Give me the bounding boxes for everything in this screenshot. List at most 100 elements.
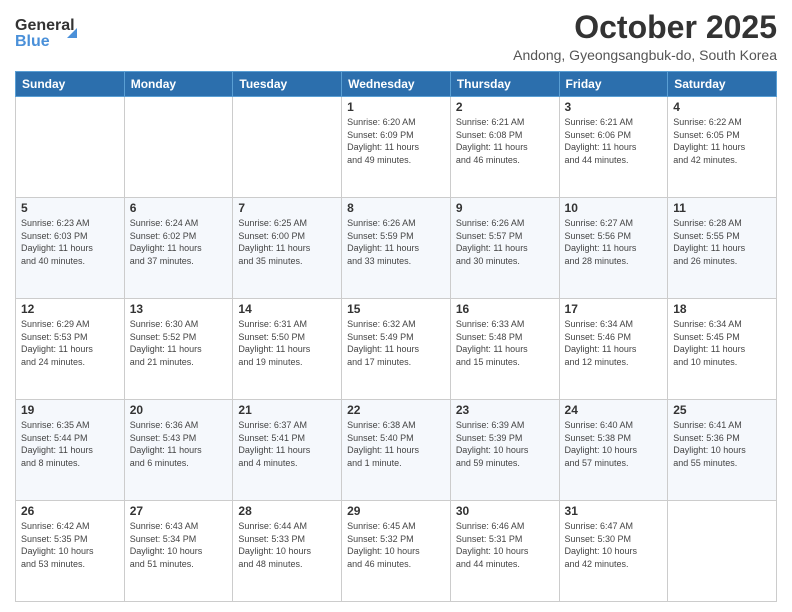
day-info: Sunrise: 6:45 AM Sunset: 5:32 PM Dayligh… [347, 520, 445, 570]
day-number: 2 [456, 100, 554, 114]
day-info: Sunrise: 6:34 AM Sunset: 5:46 PM Dayligh… [565, 318, 663, 368]
calendar-cell: 2 Sunrise: 6:21 AM Sunset: 6:08 PM Daylig… [450, 97, 559, 198]
calendar-cell: 22Sunrise: 6:38 AM Sunset: 5:40 PM Dayli… [342, 400, 451, 501]
day-number: 1 [347, 100, 445, 114]
day-info: Sunrise: 6:38 AM Sunset: 5:40 PM Dayligh… [347, 419, 445, 469]
calendar-cell: 6Sunrise: 6:24 AM Sunset: 6:02 PM Daylig… [124, 198, 233, 299]
calendar-cell: 15 Sunrise: 6:32 AM Sunset: 5:49 PM Dayli… [342, 299, 451, 400]
day-number: 30 [456, 504, 554, 518]
calendar-cell: 27 Sunrise: 6:43 AM Sunset: 5:34 PM Dayli… [124, 501, 233, 602]
day-number: 19 [21, 403, 119, 417]
day-info: Sunrise: 6:42 AM Sunset: 5:35 PM Dayligh… [21, 520, 119, 570]
header: General Blue October 2025 Andong, Gyeong… [15, 10, 777, 63]
day-number: 21 [238, 403, 336, 417]
day-number: 28 [238, 504, 336, 518]
calendar-cell: 28Sunrise: 6:44 AM Sunset: 5:33 PM Dayli… [233, 501, 342, 602]
day-number: 12 [21, 302, 119, 316]
day-info: Sunrise: 6:39 AM Sunset: 5:39 PM Dayligh… [456, 419, 554, 469]
day-info: Sunrise: 6:34 AM Sunset: 5:45 PM Dayligh… [673, 318, 771, 368]
day-number: 14 [238, 302, 336, 316]
calendar-cell: 25 Sunrise: 6:41 AM Sunset: 5:36 PM Dayli… [668, 400, 777, 501]
day-info: Sunrise: 6:37 AM Sunset: 5:41 PM Dayligh… [238, 419, 336, 469]
day-info: Sunrise: 6:36 AM Sunset: 5:43 PM Dayligh… [130, 419, 228, 469]
day-info: Sunrise: 6:21 AM Sunset: 6:08 PM Dayligh… [456, 116, 554, 166]
day-info: Sunrise: 6:21 AM Sunset: 6:06 PM Dayligh… [565, 116, 663, 166]
day-number: 29 [347, 504, 445, 518]
logo-svg: General Blue [15, 10, 95, 54]
day-number: 17 [565, 302, 663, 316]
calendar-cell: 21 Sunrise: 6:37 AM Sunset: 5:41 PM Dayli… [233, 400, 342, 501]
calendar-cell: 24 Sunrise: 6:40 AM Sunset: 5:38 PM Dayli… [559, 400, 668, 501]
calendar-cell: 10Sunrise: 6:27 AM Sunset: 5:56 PM Dayli… [559, 198, 668, 299]
day-number: 4 [673, 100, 771, 114]
day-number: 7 [238, 201, 336, 215]
col-header-sunday: Sunday [16, 72, 125, 97]
calendar-week-5: 26Sunrise: 6:42 AM Sunset: 5:35 PM Dayli… [16, 501, 777, 602]
day-info: Sunrise: 6:43 AM Sunset: 5:34 PM Dayligh… [130, 520, 228, 570]
day-info: Sunrise: 6:47 AM Sunset: 5:30 PM Dayligh… [565, 520, 663, 570]
calendar-cell [668, 501, 777, 602]
day-info: Sunrise: 6:28 AM Sunset: 5:55 PM Dayligh… [673, 217, 771, 267]
calendar-cell: 12 Sunrise: 6:29 AM Sunset: 5:53 PM Dayli… [16, 299, 125, 400]
calendar-cell: 5 Sunrise: 6:23 AM Sunset: 6:03 PM Daylig… [16, 198, 125, 299]
col-header-tuesday: Tuesday [233, 72, 342, 97]
calendar-cell: 16Sunrise: 6:33 AM Sunset: 5:48 PM Dayli… [450, 299, 559, 400]
day-number: 3 [565, 100, 663, 114]
logo: General Blue [15, 10, 95, 54]
day-number: 31 [565, 504, 663, 518]
calendar-cell [124, 97, 233, 198]
calendar-cell: 23 Sunrise: 6:39 AM Sunset: 5:39 PM Dayli… [450, 400, 559, 501]
calendar-cell: 4Sunrise: 6:22 AM Sunset: 6:05 PM Daylig… [668, 97, 777, 198]
col-header-saturday: Saturday [668, 72, 777, 97]
day-info: Sunrise: 6:27 AM Sunset: 5:56 PM Dayligh… [565, 217, 663, 267]
calendar-cell [16, 97, 125, 198]
day-number: 18 [673, 302, 771, 316]
calendar-cell: 20 Sunrise: 6:36 AM Sunset: 5:43 PM Dayli… [124, 400, 233, 501]
page: General Blue October 2025 Andong, Gyeong… [0, 0, 792, 612]
day-info: Sunrise: 6:30 AM Sunset: 5:52 PM Dayligh… [130, 318, 228, 368]
calendar-week-3: 12 Sunrise: 6:29 AM Sunset: 5:53 PM Dayli… [16, 299, 777, 400]
calendar-cell: 19 Sunrise: 6:35 AM Sunset: 5:44 PM Dayli… [16, 400, 125, 501]
calendar-cell: 1 Sunrise: 6:20 AM Sunset: 6:09 PM Daylig… [342, 97, 451, 198]
day-number: 27 [130, 504, 228, 518]
day-number: 5 [21, 201, 119, 215]
calendar-cell: 9 Sunrise: 6:26 AM Sunset: 5:57 PM Daylig… [450, 198, 559, 299]
day-info: Sunrise: 6:33 AM Sunset: 5:48 PM Dayligh… [456, 318, 554, 368]
calendar-week-2: 5 Sunrise: 6:23 AM Sunset: 6:03 PM Daylig… [16, 198, 777, 299]
day-info: Sunrise: 6:25 AM Sunset: 6:00 PM Dayligh… [238, 217, 336, 267]
col-header-friday: Friday [559, 72, 668, 97]
calendar-cell [233, 97, 342, 198]
day-info: Sunrise: 6:40 AM Sunset: 5:38 PM Dayligh… [565, 419, 663, 469]
location: Andong, Gyeongsangbuk-do, South Korea [513, 47, 777, 63]
day-info: Sunrise: 6:26 AM Sunset: 5:57 PM Dayligh… [456, 217, 554, 267]
day-number: 20 [130, 403, 228, 417]
calendar-cell: 17 Sunrise: 6:34 AM Sunset: 5:46 PM Dayli… [559, 299, 668, 400]
calendar-cell: 8 Sunrise: 6:26 AM Sunset: 5:59 PM Daylig… [342, 198, 451, 299]
day-number: 15 [347, 302, 445, 316]
day-info: Sunrise: 6:31 AM Sunset: 5:50 PM Dayligh… [238, 318, 336, 368]
day-number: 9 [456, 201, 554, 215]
calendar-cell: 31 Sunrise: 6:47 AM Sunset: 5:30 PM Dayli… [559, 501, 668, 602]
day-info: Sunrise: 6:26 AM Sunset: 5:59 PM Dayligh… [347, 217, 445, 267]
svg-text:General: General [15, 17, 75, 34]
col-header-wednesday: Wednesday [342, 72, 451, 97]
day-info: Sunrise: 6:35 AM Sunset: 5:44 PM Dayligh… [21, 419, 119, 469]
day-number: 13 [130, 302, 228, 316]
day-info: Sunrise: 6:41 AM Sunset: 5:36 PM Dayligh… [673, 419, 771, 469]
day-number: 24 [565, 403, 663, 417]
day-info: Sunrise: 6:23 AM Sunset: 6:03 PM Dayligh… [21, 217, 119, 267]
calendar-cell: 29 Sunrise: 6:45 AM Sunset: 5:32 PM Dayli… [342, 501, 451, 602]
day-info: Sunrise: 6:29 AM Sunset: 5:53 PM Dayligh… [21, 318, 119, 368]
calendar-week-4: 19 Sunrise: 6:35 AM Sunset: 5:44 PM Dayli… [16, 400, 777, 501]
calendar-cell: 11 Sunrise: 6:28 AM Sunset: 5:55 PM Dayli… [668, 198, 777, 299]
day-info: Sunrise: 6:24 AM Sunset: 6:02 PM Dayligh… [130, 217, 228, 267]
day-number: 23 [456, 403, 554, 417]
calendar-cell: 26Sunrise: 6:42 AM Sunset: 5:35 PM Dayli… [16, 501, 125, 602]
day-info: Sunrise: 6:20 AM Sunset: 6:09 PM Dayligh… [347, 116, 445, 166]
day-number: 11 [673, 201, 771, 215]
day-info: Sunrise: 6:32 AM Sunset: 5:49 PM Dayligh… [347, 318, 445, 368]
col-header-thursday: Thursday [450, 72, 559, 97]
day-number: 8 [347, 201, 445, 215]
day-number: 25 [673, 403, 771, 417]
calendar-cell: 18 Sunrise: 6:34 AM Sunset: 5:45 PM Dayli… [668, 299, 777, 400]
